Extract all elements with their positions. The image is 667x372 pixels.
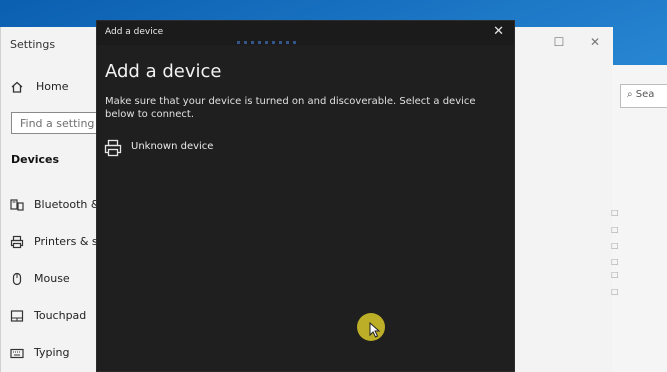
list-item-marker: □ bbox=[611, 270, 619, 279]
list-item-marker: □ bbox=[611, 225, 619, 234]
printer-icon bbox=[104, 139, 122, 157]
sidebar-item-label: Typing bbox=[34, 345, 70, 359]
touchpad-icon bbox=[10, 308, 24, 322]
maximize-button[interactable]: ☐ bbox=[549, 35, 569, 49]
add-device-dialog: Add a device ✕ Add a device Make sure th… bbox=[96, 20, 515, 372]
list-item-marker: □ bbox=[611, 241, 619, 250]
sidebar-item-printers[interactable]: Printers & sc bbox=[10, 234, 104, 249]
sidebar-item-label: Home bbox=[36, 79, 69, 93]
search-text: Sea bbox=[635, 89, 655, 100]
dialog-description: Make sure that your device is turned on … bbox=[105, 96, 476, 120]
sidebar-item-label: Touchpad bbox=[34, 308, 87, 322]
dialog-titlebar: Add a device ✕ bbox=[97, 21, 514, 45]
list-item-marker: □ bbox=[611, 287, 619, 296]
keyboard-icon bbox=[10, 345, 24, 359]
dialog-title: Add a device bbox=[105, 27, 164, 37]
list-item-marker: □ bbox=[611, 208, 619, 217]
device-label: Unknown device bbox=[131, 141, 214, 152]
sidebar-item-label: Printers & sc bbox=[34, 234, 104, 248]
sidebar-item-typing[interactable]: Typing bbox=[10, 345, 70, 359]
sidebar-item-touchpad[interactable]: Touchpad bbox=[10, 308, 86, 322]
bluetooth-devices-icon bbox=[10, 197, 24, 211]
mouse-icon bbox=[10, 271, 24, 286]
sidebar-item-bluetooth[interactable]: Bluetooth & bbox=[10, 197, 99, 211]
list-item-marker: □ bbox=[611, 257, 619, 266]
mouse-pointer-icon bbox=[369, 321, 381, 342]
close-icon[interactable]: ✕ bbox=[493, 24, 504, 39]
progress-dots bbox=[237, 41, 297, 44]
sidebar-item-label: Mouse bbox=[34, 271, 70, 285]
settings-title: Settings bbox=[10, 38, 56, 51]
device-list-item[interactable]: Unknown device bbox=[104, 139, 274, 165]
settings-search-input[interactable]: Find a setting bbox=[11, 112, 97, 134]
sidebar-item-label: Bluetooth & bbox=[34, 197, 100, 211]
sidebar-item-home[interactable]: Home bbox=[10, 79, 68, 93]
close-button[interactable]: ✕ bbox=[585, 35, 605, 49]
sidebar-item-mouse[interactable]: Mouse bbox=[10, 271, 70, 286]
settings-content-area bbox=[612, 65, 667, 372]
printer-icon bbox=[10, 234, 24, 249]
content-search-input[interactable]: ⌕ Sea bbox=[620, 84, 667, 108]
search-placeholder: Find a setting bbox=[20, 117, 95, 130]
dialog-heading: Add a device bbox=[105, 61, 222, 82]
section-title: Devices bbox=[11, 153, 60, 166]
home-icon bbox=[10, 79, 24, 93]
